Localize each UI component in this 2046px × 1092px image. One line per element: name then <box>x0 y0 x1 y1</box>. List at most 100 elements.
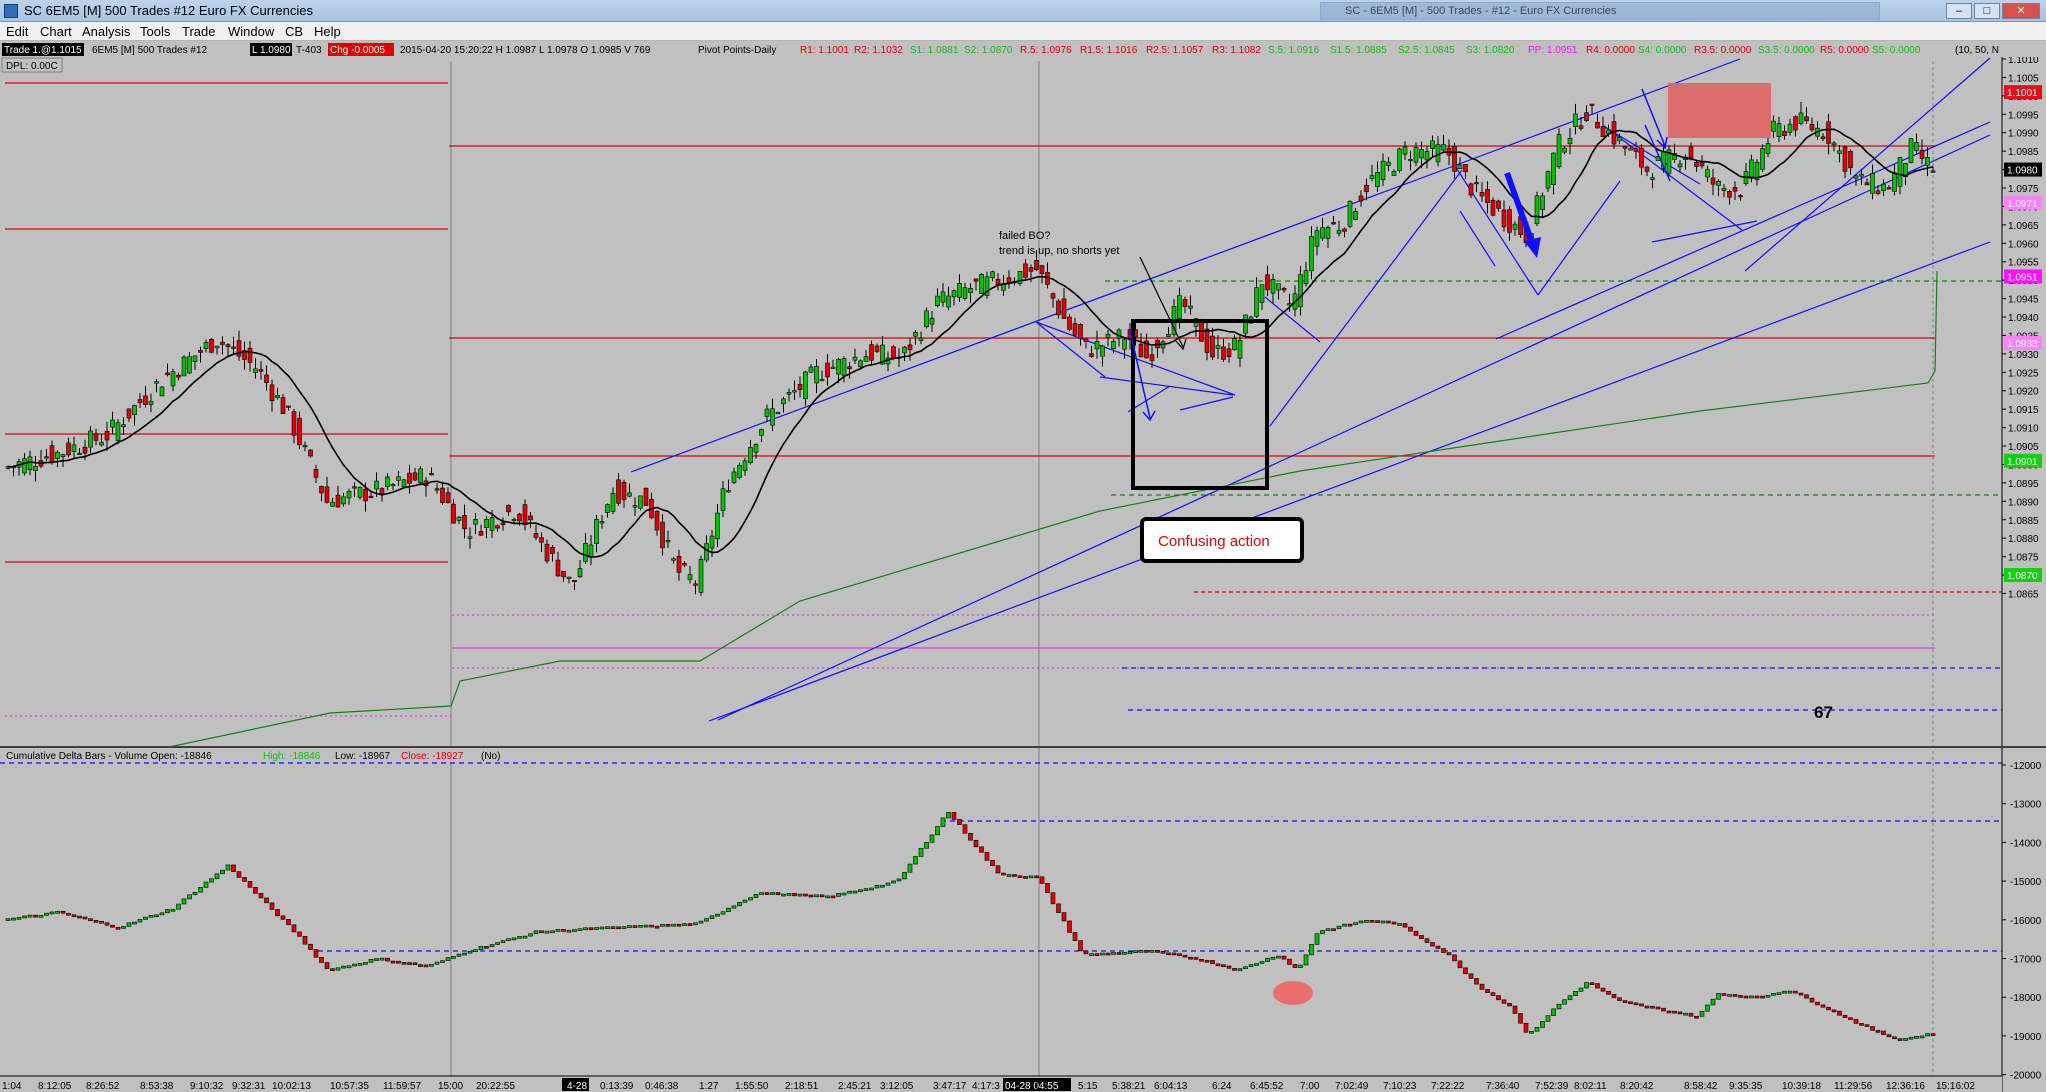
candle-body <box>1276 283 1281 291</box>
candle-body <box>198 350 203 353</box>
delta-bar <box>1281 955 1287 960</box>
delta-bar <box>214 873 220 880</box>
delta-bar <box>1919 1035 1925 1039</box>
candle-body <box>126 408 132 419</box>
candle-body <box>88 430 93 448</box>
candle-body <box>1408 158 1413 162</box>
delta-bar <box>643 924 649 928</box>
delta-bar <box>863 888 869 891</box>
delta-bar <box>1721 993 1727 996</box>
delta-bar <box>1320 930 1325 935</box>
time-tick-label: 8:12:05 <box>38 1081 72 1092</box>
candle-body <box>225 344 231 347</box>
candle-body <box>830 366 836 369</box>
delta-bar <box>522 935 528 939</box>
candle-body <box>44 456 49 459</box>
chart-canvas[interactable]: failed BO? trend is up, no shorts yet Co… <box>0 41 2046 1092</box>
delta-bar <box>742 899 748 903</box>
candle-body <box>462 514 467 530</box>
time-tick-label: 0:13:39 <box>600 1081 634 1092</box>
delta-bar <box>539 930 544 934</box>
candle-body <box>1039 265 1045 274</box>
delta-bar <box>973 839 979 848</box>
candle-body <box>731 471 737 483</box>
candle-body <box>803 371 808 400</box>
delta-bar <box>159 912 165 916</box>
delta-bar <box>803 893 808 897</box>
candle-body <box>258 369 264 372</box>
delta-bar <box>275 909 280 917</box>
delta-bar <box>132 921 137 925</box>
delta-bar <box>616 926 621 930</box>
menu-trade[interactable]: Trade <box>182 24 215 39</box>
delta-bar <box>1606 990 1611 995</box>
candle-body <box>1369 175 1375 179</box>
delta-bar <box>379 957 385 961</box>
candle-body <box>1336 230 1342 234</box>
delta-bar <box>1155 950 1160 953</box>
candle-body <box>1886 187 1892 190</box>
price-tick-label: 1.0960 <box>2008 239 2039 250</box>
delta-tick-label: -17000 <box>2010 955 2042 966</box>
header-s5: S5: 0.0000 <box>1872 45 1921 56</box>
price-badge-label: 1.1001 <box>2007 88 2038 99</box>
delta-bar <box>1490 992 1496 996</box>
delta-bar <box>511 937 517 941</box>
candle-body <box>1765 143 1771 154</box>
close-button[interactable]: ✕ <box>2002 3 2040 19</box>
delta-bar <box>412 962 418 966</box>
candle-body <box>1441 144 1446 151</box>
candle-body <box>154 381 159 384</box>
minimize-button[interactable]: – <box>1946 3 1972 19</box>
menu-analysis[interactable]: Analysis <box>82 24 130 39</box>
candle-body <box>104 430 110 441</box>
time-tick-label: 2:45:21 <box>838 1081 872 1092</box>
menu-cb[interactable]: CB <box>285 24 303 39</box>
menu-window[interactable]: Window <box>228 24 274 39</box>
menu-chart[interactable]: Chart <box>40 24 72 39</box>
delta-bar <box>473 949 478 952</box>
menu-edit[interactable]: Edit <box>6 24 28 39</box>
delta-bar <box>1149 950 1155 953</box>
candle-body <box>1391 171 1397 176</box>
candle-body <box>473 519 478 525</box>
candle-body <box>1424 151 1430 161</box>
delta-bar <box>1386 920 1391 924</box>
candle-body <box>346 491 352 499</box>
candle-body <box>1804 116 1809 122</box>
delta-bar <box>1804 994 1809 999</box>
candle-body <box>1650 177 1655 180</box>
delta-bar <box>1397 923 1402 926</box>
delta-bar <box>819 894 825 898</box>
delta-bar <box>1452 954 1457 962</box>
candle-body <box>1270 279 1276 294</box>
delta-bar <box>1424 938 1430 943</box>
candle-body <box>1639 147 1644 168</box>
delta-bar <box>1738 995 1743 998</box>
delta-bar <box>1567 995 1573 1001</box>
candle-body <box>1342 228 1347 232</box>
delta-bar <box>1655 1006 1661 1010</box>
delta-bar <box>841 892 847 896</box>
candle-body <box>770 408 775 426</box>
background-window-tab[interactable]: SC - 6EM5 [M] - 500 Trades - #12 - Euro … <box>1320 2 1880 20</box>
maximize-button[interactable]: □ <box>1974 3 2000 19</box>
candle-body <box>1254 287 1259 317</box>
price-tick-label: 1.0865 <box>2008 589 2039 600</box>
delta-bar <box>1298 964 1303 968</box>
delta-bar <box>462 952 467 956</box>
delta-bar <box>654 925 660 929</box>
delta-bar <box>869 887 874 891</box>
candle-body <box>99 441 104 446</box>
delta-bar <box>1276 955 1281 959</box>
delta-tick-label: -12000 <box>2010 761 2042 772</box>
delta-bar <box>357 963 363 966</box>
menu-tools[interactable]: Tools <box>140 24 170 39</box>
candle-body <box>253 368 258 373</box>
candle-body <box>1034 260 1039 271</box>
delta-bar <box>324 962 330 969</box>
delta-bar <box>731 905 737 909</box>
candle-body <box>1798 112 1804 124</box>
delta-bar <box>1050 892 1056 905</box>
menu-help[interactable]: Help <box>314 24 341 39</box>
